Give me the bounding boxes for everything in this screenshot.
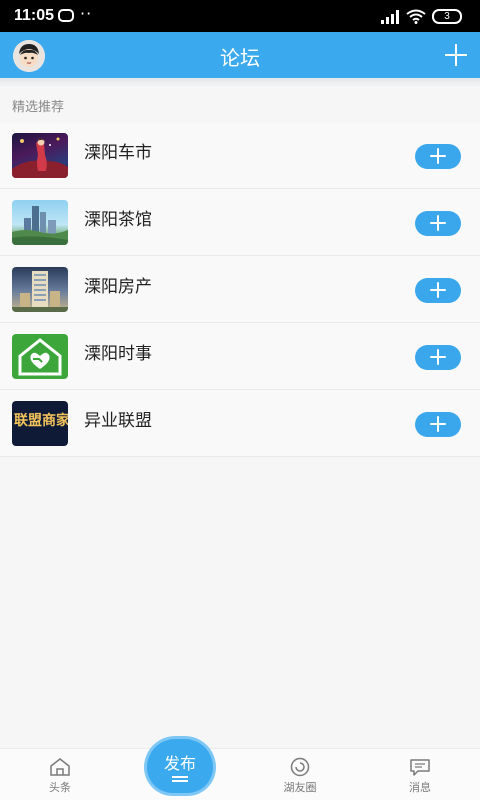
follow-button[interactable] [415,211,461,236]
menu-icon [172,776,188,782]
top-nav-bar: 论坛 [0,32,480,78]
forum-name: 溧阳车市 [84,143,152,163]
follow-button[interactable] [415,278,461,303]
follow-button[interactable] [415,345,461,370]
list-item[interactable]: 溧阳时事 [0,323,480,390]
status-time: 11:05 [14,7,55,24]
signal-icon [381,10,399,24]
forum-name: 溧阳房产 [84,277,152,297]
header-shadow [0,78,480,88]
follow-button[interactable] [415,412,461,437]
forum-name: 溧阳茶馆 [84,210,152,230]
tab-label: 湖友圈 [283,781,317,794]
page-title: 论坛 [220,46,260,70]
section-title: 精选推荐 [12,100,65,115]
tab-label: 头条 [49,781,71,794]
more-notifications-icon: ·· [80,4,93,23]
real-estate-thumbnail [12,267,68,312]
tab-headlines[interactable]: 头条 [20,757,100,795]
svg-text:联盟商家: 联盟商家 [14,412,68,429]
forum-list: 溧阳车市 溧阳茶馆 溧阳房产 溧阳时事 联盟商家 异业联盟 [0,122,480,457]
list-item[interactable]: 溧阳茶馆 [0,189,480,256]
publish-label: 发布 [163,754,196,773]
chat-notification-icon [58,9,74,22]
follow-button[interactable] [415,144,461,169]
list-item[interactable]: 联盟商家 异业联盟 [0,390,480,457]
tab-label: 消息 [409,781,431,794]
wifi-icon [406,9,426,24]
list-item[interactable]: 溧阳车市 [0,122,480,189]
current-affairs-thumbnail [12,334,68,379]
forum-name: 溧阳时事 [84,344,152,364]
tab-messages[interactable]: 消息 [380,757,460,795]
circle-icon [290,757,310,777]
teahouse-thumbnail [12,200,68,245]
status-bar: 11:05 ·· 3 [0,0,480,32]
forum-name: 异业联盟 [84,411,152,431]
tab-friends-circle[interactable]: 湖友圈 [260,757,340,795]
car-market-thumbnail [12,133,68,178]
battery-indicator: 3 [432,9,462,24]
home-icon [50,758,70,776]
add-icon[interactable] [443,42,469,68]
alliance-thumbnail: 联盟商家 [12,401,68,446]
list-item[interactable]: 溧阳房产 [0,256,480,323]
message-icon [410,759,430,776]
publish-button[interactable]: 发布 [147,739,213,793]
bottom-tab-bar: 头条 湖友圈 消息 [0,748,480,800]
